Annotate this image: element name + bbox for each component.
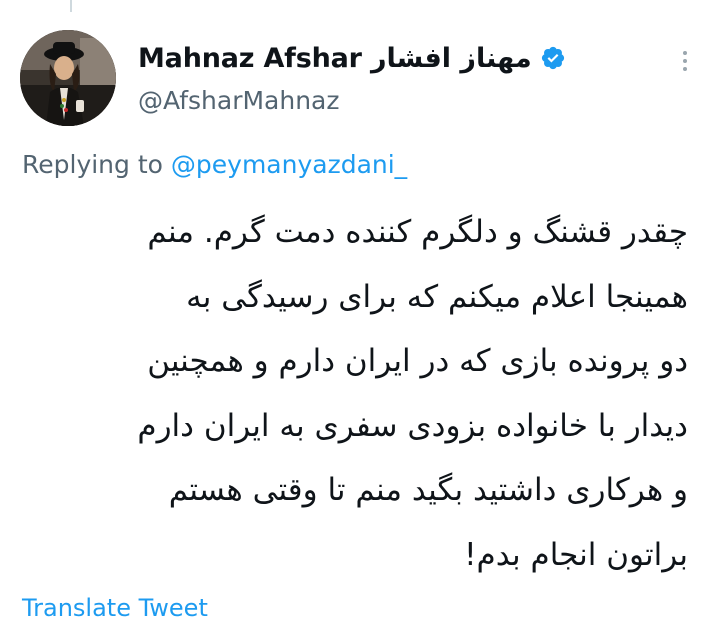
author-handle[interactable]: @AfsharMahnaz bbox=[138, 86, 340, 115]
translate-tweet-link[interactable]: Translate Tweet bbox=[22, 594, 208, 622]
more-vertical-icon bbox=[683, 51, 687, 55]
avatar[interactable] bbox=[20, 30, 116, 126]
thread-line bbox=[70, 0, 72, 12]
tweet-text-line: دیدار با خانواده بزودی سفری به ایران دار… bbox=[137, 407, 688, 444]
reply-mention-link[interactable]: @peymanyazdani_ bbox=[171, 150, 407, 179]
reply-prefix: Replying to bbox=[22, 150, 163, 179]
tweet-text-line: براتون انجام بدم! bbox=[464, 536, 688, 573]
tweet-text-line: و هرکاری داشتید بگید منم تا وقتی هستم bbox=[168, 472, 688, 508]
verified-badge-icon bbox=[540, 45, 566, 71]
author-display-name[interactable]: Mahnaz Afshar مهناز افشار bbox=[138, 43, 532, 74]
author-name-row[interactable]: Mahnaz Afshar مهناز افشار bbox=[138, 40, 566, 76]
avatar-image bbox=[20, 30, 116, 126]
thread-connector bbox=[0, 0, 708, 12]
tweet-text: چقدر قشنگ و دلگرم کننده دمت گرم. منم همی… bbox=[20, 200, 688, 587]
tweet-text-line: دو پرونده بازی که در ایران دارم و همچنین bbox=[147, 343, 688, 379]
more-dot bbox=[683, 67, 687, 71]
replying-to: Replying to @peymanyazdani_ bbox=[22, 150, 407, 179]
more-dot bbox=[683, 59, 687, 63]
tweet-text-line: چقدر قشنگ و دلگرم کننده دمت گرم. منم bbox=[147, 214, 688, 250]
tweet-text-line: همینجا اعلام میکنم که برای رسیدگی به bbox=[186, 278, 688, 315]
more-options-button[interactable] bbox=[670, 46, 700, 76]
